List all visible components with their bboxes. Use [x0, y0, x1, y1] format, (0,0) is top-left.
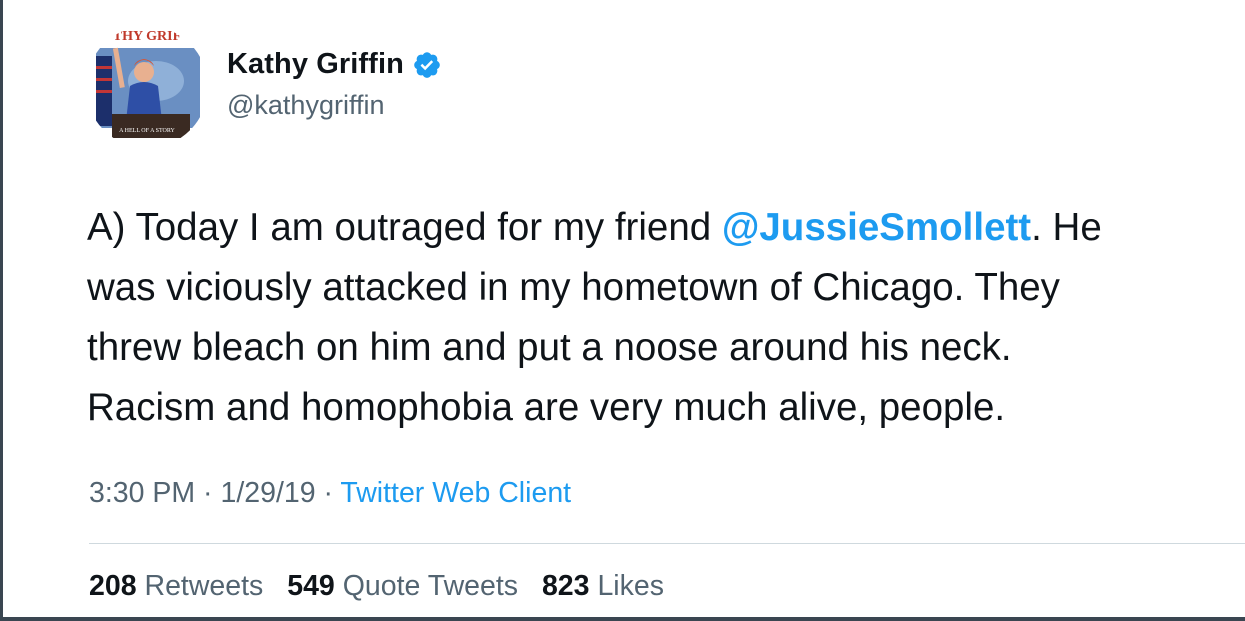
tweet-text-segment: . He	[1031, 206, 1102, 249]
likes-stat[interactable]: 823 Likes	[542, 570, 664, 602]
retweets-label: Retweets	[144, 570, 264, 602]
verified-badge-icon	[412, 50, 442, 80]
tweet-source-link[interactable]: Twitter Web Client	[340, 477, 571, 509]
retweets-stat[interactable]: 208 Retweets	[89, 570, 263, 602]
tweet-line: A) Today I am outraged for my friend @Ju…	[87, 198, 1245, 258]
author-avatar[interactable]: THY GRIF A HELL OF A STORY	[86, 26, 208, 148]
author-name[interactable]: Kathy Griffin	[227, 48, 404, 81]
tweet-line: was viciously attacked in my hometown of…	[87, 266, 1060, 309]
likes-count: 823	[541, 570, 590, 602]
tweet-date[interactable]: 1/29/19	[220, 477, 315, 509]
tweet-line: Racism and homophobia are very much aliv…	[87, 386, 1006, 429]
likes-label: Likes	[597, 570, 664, 602]
meta-separator: ·	[315, 477, 341, 509]
tweet-time[interactable]: 3:30 PM	[89, 477, 195, 509]
avatar-top-text: THY GRIF	[113, 29, 181, 44]
tweet-card: THY GRIF A HELL OF A STORY Kathy Griffin…	[3, 0, 1245, 617]
quotes-count: 549	[287, 570, 335, 602]
retweets-count: 208	[89, 570, 137, 602]
tweet-line: threw bleach on him and put a noose arou…	[87, 326, 1012, 369]
divider	[89, 543, 1245, 544]
mention-link[interactable]: @JussieSmollett	[722, 206, 1031, 249]
quote-tweets-stat[interactable]: 549 Quote Tweets	[287, 570, 518, 602]
tweet-text: A) Today I am outraged for my friend @Ju…	[87, 198, 1245, 438]
author-name-row[interactable]: Kathy Griffin	[227, 48, 442, 81]
meta-separator: ·	[195, 477, 221, 509]
tweet-stats: 208 Retweets 549 Quote Tweets 823 Likes	[89, 570, 680, 603]
avatar-image: THY GRIF A HELL OF A STORY	[86, 26, 208, 148]
tweet-text-segment: A) Today I am outraged for my friend	[87, 206, 722, 249]
author-handle[interactable]: @kathygriffin	[227, 90, 384, 121]
tweet-meta: 3:30 PM · 1/29/19 · Twitter Web Client	[89, 477, 571, 510]
quotes-label: Quote Tweets	[342, 570, 519, 602]
avatar-bottom-text: A HELL OF A STORY	[119, 128, 175, 134]
